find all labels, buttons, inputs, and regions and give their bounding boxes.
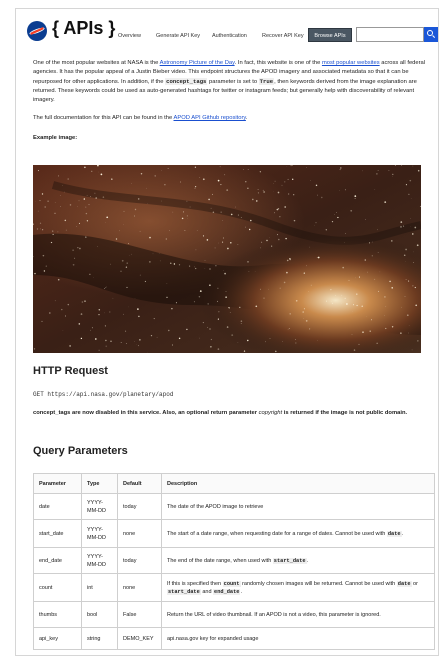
intro-section: One of the most popular websites at NASA…	[33, 59, 429, 141]
nav-browse-apis-button[interactable]: Browse APIs	[308, 28, 352, 42]
brand-title[interactable]: { APIs }	[52, 18, 115, 39]
search-input[interactable]	[356, 27, 424, 42]
table-row: start_date YYYY-MM-DD none The start of …	[33, 519, 435, 548]
apod-link[interactable]: Astronomy Picture of the Day	[160, 60, 235, 66]
http-request-heading: HTTP Request	[33, 365, 108, 377]
concept-tags-note: concept_tags are now disabled in this se…	[33, 410, 408, 416]
table-row: end_date YYYY-MM-DD today The end of the…	[33, 547, 435, 574]
column-header-type: Type	[81, 473, 118, 494]
table-row: date YYYY-MM-DD today The date of the AP…	[33, 493, 435, 520]
nav-authentication[interactable]: Authentication	[212, 33, 247, 39]
documentation-paragraph: The full documentation for this API can …	[33, 115, 248, 121]
github-repo-link[interactable]: APOD API Github repository	[174, 115, 246, 121]
column-header-parameter: Parameter	[33, 473, 82, 494]
intro-paragraph: One of the most popular websites at NASA…	[33, 60, 426, 103]
endpoint-url: GET https://api.nasa.gov/planetary/apod	[33, 391, 174, 398]
api-docs-page: { APIs } Overview Generate API Key Authe…	[15, 8, 439, 656]
example-apod-image	[33, 165, 421, 353]
example-image-label: Example image:	[33, 135, 78, 141]
table-header-row: Parameter Type Default Description	[33, 473, 435, 494]
table-row: api_key string DEMO_KEY api.nasa.gov key…	[33, 627, 435, 650]
query-parameters-heading: Query Parameters	[33, 445, 128, 457]
most-popular-link[interactable]: most popular websites	[322, 60, 380, 66]
table-row: count int none If this is specified then…	[33, 573, 435, 602]
nav-overview[interactable]: Overview	[118, 33, 141, 39]
search-button[interactable]	[424, 27, 438, 42]
column-header-default: Default	[117, 473, 162, 494]
column-header-description: Description	[161, 473, 435, 494]
nasa-logo-icon[interactable]	[27, 21, 47, 41]
site-header: { APIs } Overview Generate API Key Authe…	[16, 9, 438, 55]
nav-recover-api-key[interactable]: Recover API Key	[262, 33, 304, 39]
query-parameters-table: Parameter Type Default Description date …	[33, 473, 435, 650]
nav-generate-api-key[interactable]: Generate API Key	[156, 33, 200, 39]
table-row: thumbs bool False Return the URL of vide…	[33, 601, 435, 628]
